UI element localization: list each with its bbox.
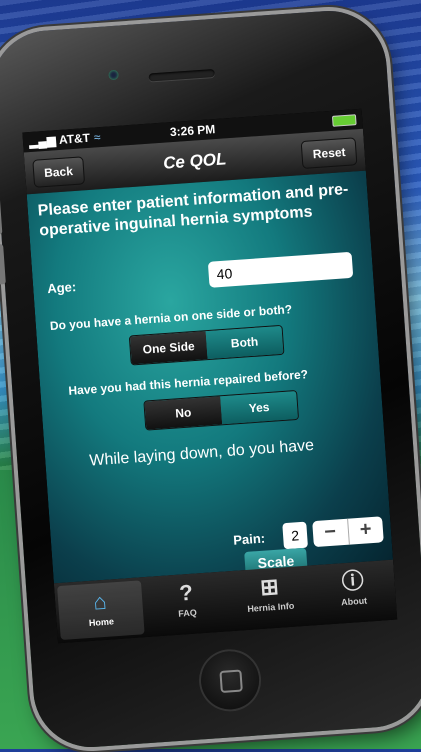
tab-hernia-info-label: Hernia Info: [247, 600, 295, 614]
info-icon: ⓘ: [340, 567, 365, 595]
decrement-button[interactable]: −: [312, 519, 348, 547]
home-icon: ⌂: [92, 588, 108, 615]
form-content: Please enter patient information and pre…: [26, 170, 394, 584]
tab-hernia-info[interactable]: ⊞ Hernia Info: [226, 565, 313, 631]
pain-value-field[interactable]: 2: [282, 521, 308, 550]
tab-faq[interactable]: ? FAQ: [143, 571, 230, 637]
tab-home-label: Home: [88, 616, 115, 629]
age-input[interactable]: 40: [207, 251, 354, 288]
tab-about[interactable]: ⓘ About: [310, 560, 397, 626]
one-side-option[interactable]: One Side: [129, 331, 208, 365]
tab-faq-label: FAQ: [177, 607, 198, 619]
laying-down-question: While laying down, do you have: [88, 436, 315, 470]
pain-stepper: − +: [312, 516, 384, 548]
iphone-device: ▂▄▆ AT&T ≈ 3:26 PM Back Ce QOL Reset Ple…: [0, 7, 421, 751]
pain-label: Pain:: [232, 530, 266, 548]
medical-kit-icon: ⊞: [259, 573, 280, 600]
increment-button[interactable]: +: [346, 516, 384, 545]
home-square-icon: [219, 669, 243, 694]
yes-option[interactable]: Yes: [220, 391, 299, 425]
age-label: Age:: [46, 279, 77, 297]
no-option[interactable]: No: [144, 396, 223, 430]
side-segmented-control: One Side Both: [128, 324, 285, 366]
both-option[interactable]: Both: [205, 325, 284, 360]
tab-about-label: About: [340, 595, 368, 608]
screen: ▂▄▆ AT&T ≈ 3:26 PM Back Ce QOL Reset Ple…: [22, 108, 398, 644]
question-icon: ?: [178, 579, 194, 606]
repaired-segmented-control: No Yes: [143, 389, 300, 431]
tab-home[interactable]: ⌂ Home: [57, 580, 145, 641]
reset-button[interactable]: Reset: [300, 137, 358, 170]
